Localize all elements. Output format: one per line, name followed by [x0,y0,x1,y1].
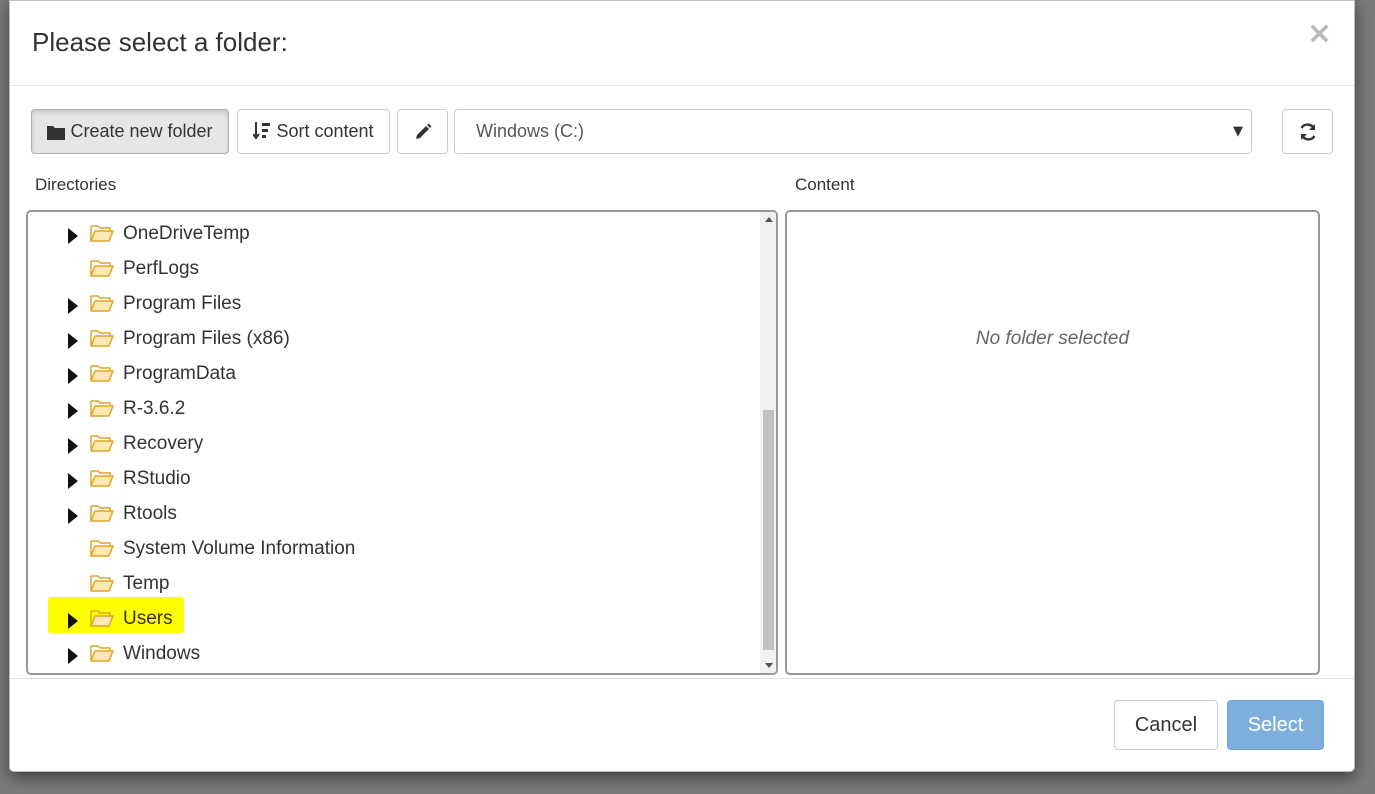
directory-item[interactable]: ProgramData [28,357,758,392]
directory-name: Temp [123,573,170,594]
pencil-icon [415,123,431,139]
directories-panel[interactable]: OneDriveTemp PerfLogs Program Files Program… [26,210,778,675]
directory-name: Recovery [123,433,204,454]
content-empty-message: No folder selected [975,328,1130,349]
caret-right-icon[interactable] [68,403,78,419]
scroll-down-icon[interactable] [765,663,773,668]
sort-icon [253,121,271,140]
directory-item[interactable]: R-3.6.2 [28,392,758,427]
folder-open-icon [90,435,114,452]
caret-right-icon[interactable] [68,228,78,244]
caret-right-icon[interactable] [68,368,78,384]
folder-open-icon [90,400,114,417]
directory-item[interactable]: Program Files (x86) [28,322,758,357]
directory-item[interactable]: Recovery [28,427,758,462]
folder-icon [47,125,66,140]
drive-select-value: Windows (C:) [476,121,585,141]
folder-open-icon [90,365,114,382]
caret-right-icon[interactable] [68,648,78,664]
directory-item[interactable]: Users [28,602,758,637]
chevron-down-icon: ▼ [1233,124,1243,139]
folder-open-icon [90,225,114,242]
folder-open-icon [90,295,114,312]
dialog-header: Please select a folder: × [10,1,1354,86]
caret-right-icon[interactable] [68,333,78,349]
create-new-folder-button[interactable]: Create new folder [31,109,229,154]
directory-item[interactable]: PerfLogs [28,252,758,287]
directory-name: R-3.6.2 [123,398,186,419]
folder-open-icon [90,330,114,347]
folder-open-icon [90,260,114,277]
refresh-icon [1299,122,1316,141]
directory-item[interactable]: OneDriveTemp [28,217,758,252]
directory-item[interactable]: RStudio [28,462,758,497]
content-panel: No folder selected [785,210,1320,675]
caret-right-icon[interactable] [68,438,78,454]
cancel-button[interactable]: Cancel [1114,700,1218,750]
dialog-title: Please select a folder: [32,27,288,57]
folder-open-icon [90,470,114,487]
folder-open-icon [90,575,114,592]
directory-item[interactable]: Temp [28,567,758,602]
drive-select[interactable]: Windows (C:) ▼ [454,109,1252,154]
caret-right-icon[interactable] [68,613,78,629]
caret-right-icon[interactable] [68,473,78,489]
close-button[interactable]: × [1307,19,1332,49]
directory-name: Program Files (x86) [123,328,290,349]
directory-item[interactable]: Windows [28,637,758,672]
directory-name: Users [123,608,173,629]
directory-name: Program Files [123,293,242,314]
folder-open-icon [90,505,114,522]
scrollbar[interactable] [760,212,776,673]
directory-name: PerfLogs [123,258,200,279]
edit-button[interactable] [397,109,448,154]
folder-open-icon [90,610,114,627]
directory-item[interactable]: Rtools [28,497,758,532]
directory-name: System Volume Information [123,538,356,559]
caret-right-icon[interactable] [68,508,78,524]
refresh-button[interactable] [1282,109,1333,154]
scroll-up-icon[interactable] [765,217,773,222]
folder-open-icon [90,645,114,662]
select-button[interactable]: Select [1227,700,1324,750]
directory-item[interactable]: System Volume Information [28,532,758,567]
directory-item[interactable]: Program Files [28,287,758,322]
directory-name: Windows [123,643,201,664]
directory-name: ProgramData [123,363,236,384]
directory-name: RStudio [123,468,191,489]
sort-content-button[interactable]: Sort content [237,109,390,154]
directories-label: Directories [35,175,117,194]
directory-name: Rtools [123,503,177,524]
content-label: Content [795,175,855,194]
folder-open-icon [90,540,114,557]
directory-name: OneDriveTemp [123,223,250,244]
caret-right-icon[interactable] [68,298,78,314]
sort-content-label: Sort content [276,121,374,141]
scrollbar-thumb[interactable] [763,410,774,650]
create-new-folder-label: Create new folder [70,121,213,141]
